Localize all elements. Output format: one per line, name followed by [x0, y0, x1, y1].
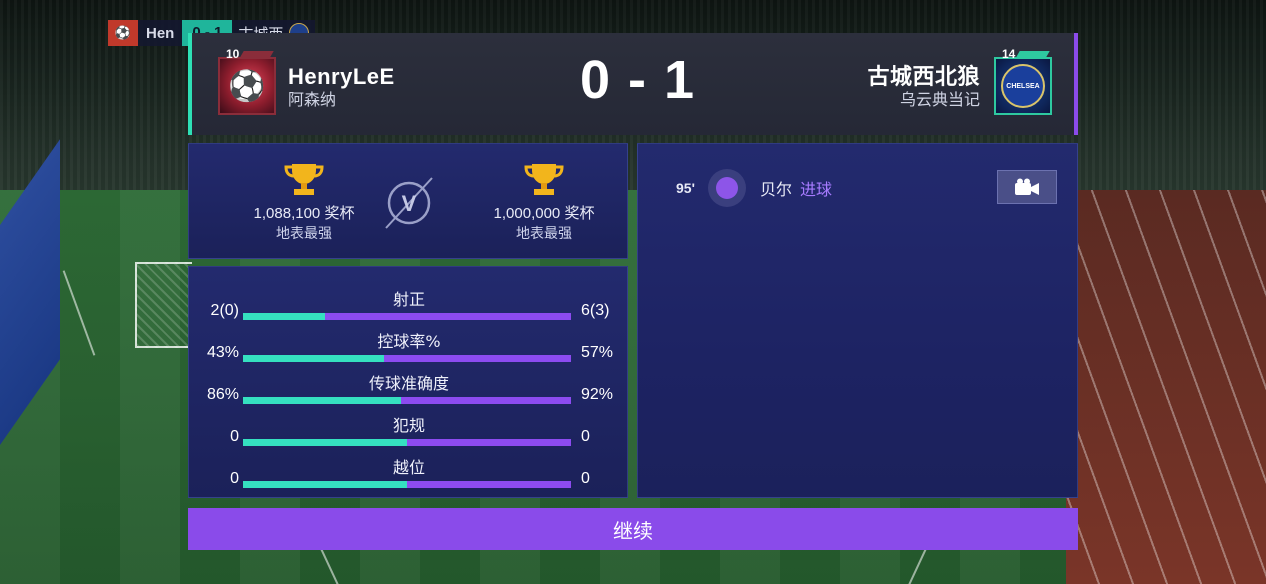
away-score: 1	[664, 50, 697, 110]
away-trophy-count: 1,000,000 奖杯	[493, 205, 595, 222]
stat-bar-fill	[243, 481, 407, 488]
goal-net	[135, 262, 192, 348]
stat-label: 射正	[392, 290, 425, 309]
versus-icon: V	[380, 174, 438, 232]
trophy-icon	[522, 160, 566, 200]
away-trophies: 1,000,000 奖杯 地表最强	[459, 160, 629, 244]
event-player: 贝尔	[760, 180, 793, 199]
event-minute: 95'	[676, 180, 695, 196]
chelsea-crest-icon: CHELSEA	[996, 59, 1050, 113]
home-trophies: 1,088,100 奖杯 地表最强	[219, 160, 389, 244]
stat-bar-fill	[243, 313, 325, 320]
away-team-badge: 14 CHELSEA	[994, 47, 1052, 115]
match-result-header: 10 ⚽ HenryLeE 阿森纳 0-1 古城西北狼 乌云典当记 14 CHE…	[188, 33, 1078, 135]
trophy-icon	[282, 160, 326, 200]
stat-bar	[243, 313, 571, 320]
home-tier: 地表最强	[276, 226, 332, 242]
event-row: 95' 贝尔 进球	[676, 169, 832, 207]
home-score: 0	[580, 50, 613, 110]
score-separator: -	[628, 50, 649, 110]
stat-label: 控球率%	[377, 332, 441, 351]
home-team-badge: 10 ⚽	[218, 47, 276, 115]
home-trophy-count: 1,088,100 奖杯	[253, 205, 355, 222]
stat-away-value: 0	[581, 470, 590, 487]
badge-tab	[1016, 51, 1050, 57]
badge-tab	[240, 51, 274, 57]
stat-label: 犯规	[392, 416, 425, 435]
stat-label: 传球准确度	[368, 374, 449, 393]
away-player-name: 古城西北狼	[867, 64, 980, 89]
stat-bar	[243, 355, 571, 362]
stat-bar	[243, 439, 571, 446]
stat-away-value: 6(3)	[581, 302, 610, 319]
stat-row: 射正 2(0) 6(3)	[189, 289, 629, 331]
soccer-ball-icon: ⚽	[228, 68, 266, 104]
stat-label: 越位	[392, 458, 425, 477]
replay-button[interactable]	[997, 170, 1057, 204]
video-camera-icon	[1015, 178, 1039, 195]
home-team-info: HenryLeE 阿森纳	[288, 64, 395, 110]
stat-bar-fill	[243, 397, 402, 404]
stat-home-value: 0	[230, 470, 239, 487]
match-events-panel: 95' 贝尔 进球	[637, 143, 1078, 498]
stat-bar-fill	[243, 355, 385, 362]
vs-letter: V	[402, 191, 417, 216]
stat-row: 越位 0 0	[189, 457, 629, 499]
stat-bar-fill	[243, 439, 407, 446]
away-club-name: 乌云典当记	[899, 90, 980, 109]
crest-lettering: CHELSEA	[1001, 64, 1045, 108]
mini-home-name: Hen	[146, 24, 175, 42]
home-player-name: HenryLeE	[288, 64, 395, 89]
home-mini-crest-icon: ⚽	[108, 20, 138, 46]
stat-away-value: 57%	[581, 344, 614, 361]
stat-away-value: 92%	[581, 386, 614, 403]
stat-row: 控球率% 43% 57%	[189, 331, 629, 373]
ball-icon	[708, 169, 746, 207]
away-tier: 地表最强	[516, 226, 572, 242]
stat-away-value: 0	[581, 428, 590, 445]
continue-button[interactable]: 继续	[188, 508, 1078, 550]
stat-bar	[243, 481, 571, 488]
stat-row: 传球准确度 86% 92%	[189, 373, 629, 415]
trophy-comparison-panel: 1,088,100 奖杯 地表最强 V 1,000,000 奖杯 地表最强	[188, 143, 628, 259]
final-score: 0-1	[580, 49, 694, 111]
stat-home-value: 86%	[206, 386, 239, 403]
home-club-name: 阿森纳	[288, 90, 337, 109]
running-track	[1066, 190, 1266, 584]
event-type: 进球	[800, 180, 833, 199]
away-team-info: 古城西北狼 乌云典当记	[867, 64, 980, 110]
stat-home-value: 43%	[206, 344, 239, 361]
stat-bar	[243, 397, 571, 404]
stat-row: 犯规 0 0	[189, 415, 629, 457]
match-stats-panel: 射正 2(0) 6(3) 控球率% 43% 57% 传球准确度 86% 92% …	[188, 266, 628, 498]
stat-home-value: 2(0)	[210, 302, 239, 319]
stat-home-value: 0	[230, 428, 239, 445]
